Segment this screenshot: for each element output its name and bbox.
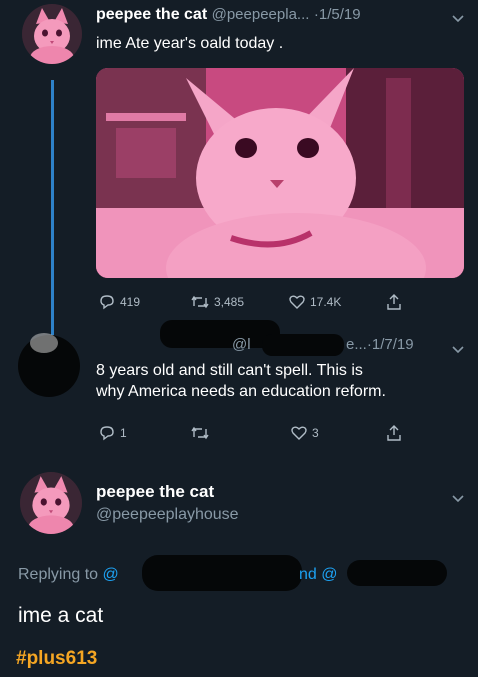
redacted-avatar-edge [30,333,58,353]
share-icon [387,425,401,441]
tweet2-text: 8 years old and still can't spell. This … [96,360,386,402]
tweet1-date[interactable]: 1/5/19 [319,6,361,23]
tweet1-share-button[interactable] [385,293,403,311]
share-icon [387,294,401,310]
tweet2-like-count: 3 [312,426,319,440]
tweet2-reply-count: 1 [120,426,127,440]
tweet2-retweet-button[interactable] [190,425,210,441]
replying-to-user2[interactable]: nd @ [299,566,337,583]
tweet2-reply-button[interactable]: 1 [98,425,127,441]
watermark-hashtag: #plus613 [16,648,98,669]
tweet1-handle[interactable]: @peepeepla... [212,6,310,23]
tweet2-handle[interactable]: @l [232,336,251,353]
like-icon [289,295,305,309]
tweet1-reply-button[interactable]: 419 [98,294,140,310]
tweet2-actions: 1 3 [98,423,418,443]
replying-to: Replying to @ [18,566,119,584]
retweet-icon [191,426,209,440]
tweet1-header: peepee the cat @peepeepla... ·1/5/19 [96,6,466,28]
tweet2-text-line2: why America needs an education reform. [96,383,386,400]
tweet1-chevron-down-icon[interactable] [452,10,464,28]
retweet-icon [191,295,209,309]
cat-avatar-image [22,4,82,64]
tweet2-header-tail: e...·1/7/19 [346,336,414,354]
cat-photo-image [96,68,464,278]
tweet2-handle-tail[interactable]: e... [346,336,367,353]
tweet2-like-button[interactable]: 3 [290,425,319,441]
like-icon [291,426,307,440]
tweet1-like-button[interactable]: 17.4K [288,294,341,310]
redacted-handle [262,334,344,356]
reply-author-name[interactable]: peepee the cat [96,482,214,502]
tweet2-text-line1: 8 years old and still can't spell. This … [96,362,363,379]
tweet2-share-button[interactable] [385,424,403,442]
reply-author-handle[interactable]: @peepeeplayhouse [96,506,239,524]
reply-text: ime a cat [18,604,104,627]
replying-and: nd @ [299,566,337,584]
redacted-replying-user2 [347,560,447,586]
tweet1-text: ime Ate year's oald today . [96,35,284,52]
tweet2-date[interactable]: 1/7/19 [372,336,414,353]
avatar-peepee-reply[interactable] [20,472,82,534]
reply-icon [100,426,114,441]
redacted-replying-user1 [142,555,302,591]
replying-to-user1[interactable]: @ [103,566,119,583]
thread-connector-line [51,80,54,335]
replying-to-prefix: Replying to [18,566,99,583]
reply-icon [100,295,114,310]
tweet2-chevron-down-icon[interactable] [452,341,464,359]
cat-avatar-image [20,472,82,534]
reply-chevron-down-icon[interactable] [452,490,464,508]
tweet1-retweet-count: 3,485 [214,295,245,309]
tweet1-photo[interactable] [96,68,464,278]
tweet1-author-name[interactable]: peepee the cat [96,6,207,23]
tweet1-like-count: 17.4K [310,295,342,309]
tweet1-reply-count: 419 [120,295,141,309]
tweet1-actions: 419 3,485 17.4K [98,292,418,312]
tweet1-retweet-button[interactable]: 3,485 [190,294,244,310]
avatar-peepee[interactable] [22,4,82,64]
